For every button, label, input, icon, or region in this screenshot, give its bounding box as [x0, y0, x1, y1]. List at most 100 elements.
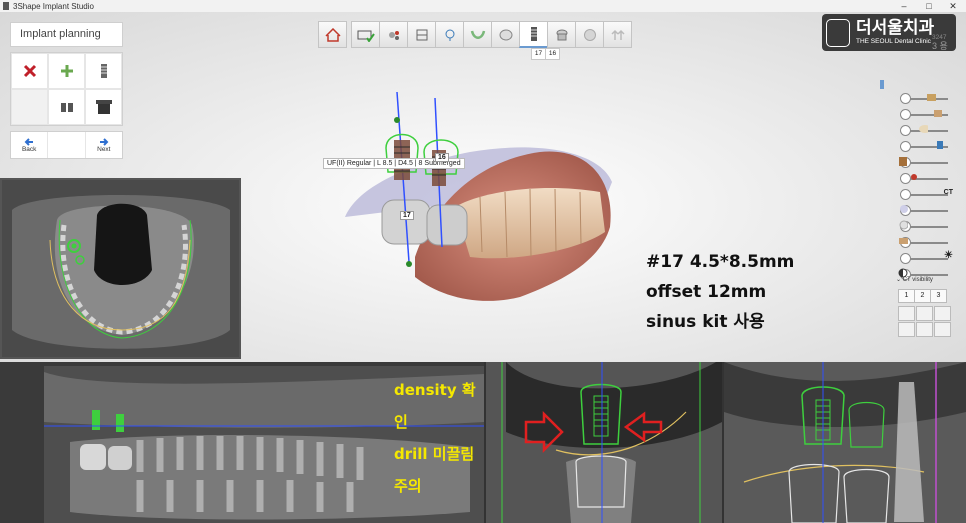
panoramic-view[interactable]: density 확인 drill 미끌림 주의 [0, 362, 484, 523]
tangential-view[interactable] [722, 362, 966, 523]
implant-tool-grid [10, 52, 123, 126]
view-back-button[interactable] [934, 322, 951, 337]
export-icon [610, 29, 625, 40]
delete-implant-button[interactable] [11, 53, 48, 89]
visibility-sliders: CT ☀ [874, 80, 956, 282]
implant-button[interactable] [85, 53, 122, 89]
nav-spacer [47, 132, 86, 158]
segment-visibility-icon [911, 174, 917, 180]
view-bottom-button[interactable] [916, 322, 933, 337]
tooth-tag-17[interactable]: 17 [400, 211, 414, 220]
back-button[interactable]: Back [11, 132, 47, 158]
tooth-logo-icon [826, 18, 850, 47]
slider-row-6[interactable] [874, 170, 956, 186]
slider-row-2[interactable] [874, 106, 956, 122]
app-icon [3, 2, 9, 10]
sleeve-visibility-icon [937, 141, 943, 149]
pano-note-line-1: density 확인 [394, 381, 476, 431]
maximize-button[interactable]: □ [920, 0, 938, 12]
step-export-button[interactable] [603, 21, 632, 48]
bone-visibility-icon [899, 220, 908, 230]
crown-visibility-icon [934, 110, 942, 117]
step-implant-button[interactable] [519, 21, 548, 48]
window-title: 3Shape Implant Studio [13, 1, 94, 11]
tooth-tabs: 17 16 [531, 48, 560, 60]
tooth-tab-17[interactable]: 17 [531, 48, 546, 60]
cross-section-image [486, 362, 722, 523]
view-top-button[interactable] [916, 306, 933, 321]
slider-row-4[interactable] [874, 138, 956, 154]
panoramic-note: density 확인 drill 미끌림 주의 [394, 374, 484, 502]
sleeve-button[interactable] [48, 89, 85, 125]
next-arrow-icon [99, 137, 109, 146]
slider-row-3[interactable] [874, 122, 956, 138]
back-arrow-icon [24, 137, 34, 146]
ct-slider-label: CT [943, 189, 953, 196]
tooth-tab-16[interactable]: 16 [545, 48, 560, 60]
step-arch-button[interactable] [463, 21, 492, 48]
case-name: 3 용 [932, 41, 948, 51]
implant-icon [100, 64, 107, 78]
scan-visibility-icon [899, 238, 908, 244]
minimize-button[interactable]: – [895, 0, 913, 12]
empty-tool-slot [11, 89, 48, 125]
abutment-button[interactable] [85, 89, 122, 125]
view-front-button[interactable] [898, 306, 915, 321]
sphere-icon [583, 28, 596, 41]
ct-view-2-button[interactable]: 2 [914, 289, 931, 303]
logo-korean: 더서울치과 [856, 18, 935, 38]
step-scan-button[interactable] [351, 21, 380, 48]
delete-x-icon [23, 64, 36, 78]
step-tooth-button[interactable] [491, 21, 520, 48]
title-bar: 3Shape Implant Studio – □ ✕ [0, 0, 966, 12]
monitor-icon [416, 29, 427, 40]
axial-ct-image [2, 180, 239, 357]
step-sphere-button[interactable] [575, 21, 604, 48]
pano-note-line-2: drill 미끌림 주의 [394, 445, 475, 495]
slider-row-11[interactable]: ☀ [874, 250, 956, 266]
close-button[interactable]: ✕ [944, 0, 962, 12]
ct-visibility-label: CT visibility [902, 277, 933, 283]
sleeve-icon [60, 103, 73, 112]
tooth-tag-16[interactable]: 16 [435, 153, 449, 162]
cross-section-view[interactable] [484, 362, 722, 523]
add-plus-icon [60, 65, 73, 77]
slider-row-1[interactable] [874, 90, 956, 106]
add-implant-button[interactable] [48, 53, 85, 89]
panel-title: Implant planning [10, 22, 123, 47]
slider-row-8[interactable] [874, 202, 956, 218]
guide-icon [556, 29, 567, 40]
workflow-toolbar [318, 21, 632, 48]
axial-ct-view[interactable] [0, 178, 241, 359]
tooth-visibility-icon [919, 125, 928, 133]
home-icon [324, 27, 341, 42]
note-line-2: offset 12mm [646, 282, 767, 302]
logo-english: THE SEOUL Dental Clinic [856, 38, 931, 45]
slider-row-5[interactable] [874, 154, 956, 170]
ct-visibility-toggle[interactable]: ⌄ CT visibility [896, 276, 933, 283]
view-right-button[interactable] [898, 322, 915, 337]
step-guide-button[interactable] [547, 21, 576, 48]
home-button[interactable] [318, 21, 347, 48]
ct-view-3-button[interactable]: 3 [930, 289, 947, 303]
slider-row-0[interactable] [874, 80, 956, 90]
step-monitor-button[interactable] [407, 21, 436, 48]
tangential-image [724, 362, 966, 523]
nerve-icon [445, 29, 454, 41]
treatment-note: #17 4.5*8.5mm offset 12mm sinus kit 사용 [646, 247, 794, 337]
slider-row-10[interactable] [874, 234, 956, 250]
step-nerve-button[interactable] [435, 21, 464, 48]
arch-icon [470, 30, 485, 39]
slider-row-ct[interactable]: CT [874, 186, 956, 202]
step-segment-button[interactable] [379, 21, 408, 48]
implant-visibility-icon [880, 80, 884, 89]
view-left-button[interactable] [934, 306, 951, 321]
abutment-icon [95, 100, 112, 114]
note-line-3: sinus kit 사용 [646, 312, 765, 332]
ct-view-1-button[interactable]: 1 [898, 289, 915, 303]
note-line-1: #17 4.5*8.5mm [646, 252, 795, 272]
slider-row-9[interactable] [874, 218, 956, 234]
next-button[interactable]: Next [86, 132, 122, 158]
abutment-visibility-icon [899, 157, 907, 166]
case-info: 3247 3 용 [932, 34, 948, 51]
